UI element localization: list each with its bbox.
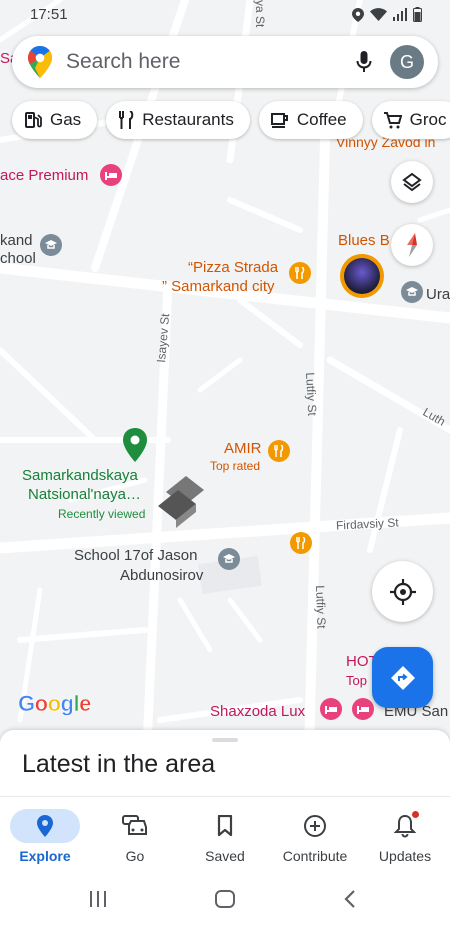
chip-gas[interactable]: Gas [12,101,98,139]
sheet-title: Latest in the area [22,750,216,778]
compass-icon [407,233,417,257]
place-label-shaxzoda[interactable]: Shaxzoda Lux [210,703,305,720]
place-label-amir-sub: Top rated [210,459,261,473]
google-logo-letter: e [79,691,92,717]
place-label-school17-1[interactable]: School 17of Jason [74,547,197,564]
nav-label: Updates [378,848,432,864]
layers-icon [402,172,422,192]
restaurant-pin-icon[interactable] [290,532,312,554]
school-pin-icon[interactable] [40,234,62,256]
saved-place-pin-icon[interactable] [122,428,148,467]
status-bar: 17:51 [0,0,450,30]
directions-icon [390,665,415,690]
nav-label: Saved [205,848,245,864]
plus-circle-icon [280,809,350,843]
google-logo-letter: o [47,691,61,717]
battery-icon [413,7,422,22]
recent-apps-icon[interactable] [89,891,107,907]
car-icon [100,809,170,843]
coffee-cup-icon [270,113,288,128]
crosshair-icon [389,578,416,605]
place-label-amir[interactable]: AMIR [224,440,262,457]
compass-button[interactable] [391,224,433,266]
google-logo: Google [18,691,92,717]
fork-knife-icon [119,111,134,129]
bell-icon [370,809,440,843]
category-chips: Gas Restaurants Coffee Groc [12,101,450,139]
my-location-button[interactable] [372,561,433,622]
chip-restaurants[interactable]: Restaurants [106,101,250,139]
wifi-icon [370,8,387,21]
bookmark-icon [190,809,260,843]
nav-go[interactable]: Go [90,797,180,875]
chip-label: Coffee [296,110,347,129]
place-label-school17-2[interactable]: Abdunosirov [120,567,203,584]
bottom-sheet[interactable]: Latest in the area [0,730,450,796]
building-3d-icon [156,476,206,533]
nav-explore[interactable]: Explore [0,797,90,875]
chip-groceries[interactable]: Groc [371,101,450,139]
street-label-lutfiy-lower: Lutfiy St [313,585,329,629]
nav-label: Contribute [282,848,348,864]
notification-dot [412,811,419,818]
hotel-pin-icon[interactable] [320,698,342,720]
search-bar[interactable]: Search here G [12,36,438,88]
chip-label: Gas [50,110,82,129]
avatar[interactable]: G [390,45,424,79]
place-label-samarkand-1[interactable]: Samarkandskaya [22,467,138,484]
chip-coffee[interactable]: Coffee [258,101,363,139]
search-input[interactable]: Search here [66,50,356,74]
place-label-samarkand-sub: Recently viewed [58,507,146,521]
explore-pin-icon [10,809,80,843]
hotel-pin-icon[interactable] [100,164,122,186]
place-label-pizza-1[interactable]: “Pizza Strada [188,259,278,276]
microphone-icon[interactable] [356,51,372,73]
google-logo-letter: g [60,691,74,717]
nav-label: Explore [19,848,71,864]
nav-updates[interactable]: Updates [360,797,450,875]
sheet-drag-handle[interactable] [212,738,238,742]
place-label-samarkand-2[interactable]: Natsional'naya… [28,486,141,503]
gas-station-icon [25,112,42,128]
chip-label: Groc [409,110,447,129]
maps-logo-icon [28,46,52,78]
layers-button[interactable] [391,161,433,203]
system-navigation-bar [0,874,450,925]
restaurant-pin-icon[interactable] [268,440,290,462]
google-logo-letter: G [18,691,36,717]
restaurant-pin-icon[interactable] [289,262,311,284]
place-label-blues[interactable]: Blues B [338,232,390,249]
nav-label: Go [125,848,145,864]
place-label-palace[interactable]: ace Premium [0,167,88,184]
street-label-lutfiy-upper: Lutfiy St [303,372,320,417]
place-label-school-left-1[interactable]: kand [0,232,33,249]
place-label-hotel-sub: Top [346,673,367,688]
location-icon [352,7,364,22]
blues-photo-marker[interactable] [340,254,384,298]
bottom-navigation: Explore Go Saved Contribute Updates [0,796,450,874]
place-label-school-left-2[interactable]: chool [0,250,36,267]
directions-button[interactable] [372,647,433,708]
school-pin-icon[interactable] [218,548,240,570]
hotel-pin-icon[interactable] [352,698,374,720]
shopping-cart-icon [383,112,402,129]
nav-contribute[interactable]: Contribute [270,797,360,875]
place-label-pizza-2[interactable]: ” Samarkand city [162,278,275,295]
back-icon[interactable] [344,890,356,908]
home-icon[interactable] [215,890,235,908]
signal-icon [393,8,407,21]
street-label-firdavsiy: Firdavsiy St [335,515,399,533]
status-time: 17:51 [30,6,68,23]
place-label-ura[interactable]: Ura [426,286,450,303]
nav-saved[interactable]: Saved [180,797,270,875]
school-pin-icon[interactable] [401,281,423,303]
chip-label: Restaurants [142,110,234,129]
google-logo-letter: o [34,691,48,717]
